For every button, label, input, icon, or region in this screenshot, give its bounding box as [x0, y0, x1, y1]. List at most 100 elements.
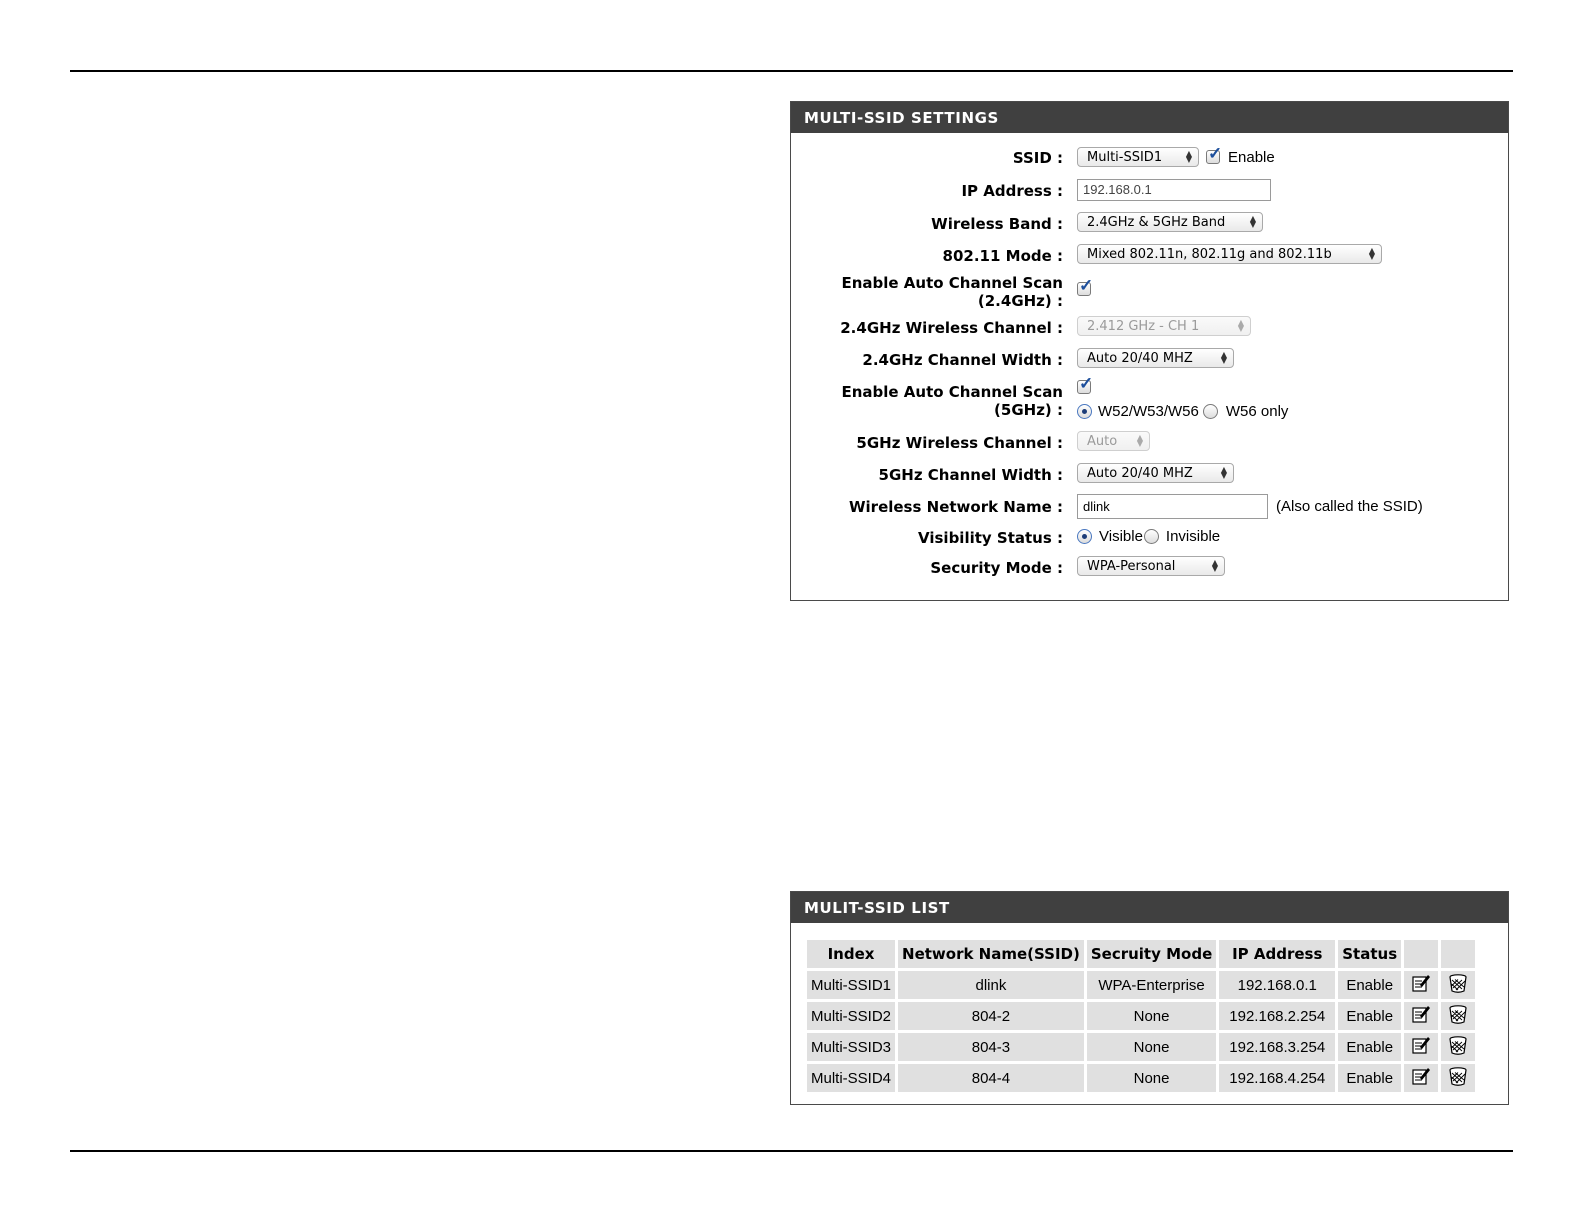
header-delete-column	[1441, 940, 1476, 968]
security-mode-select[interactable]: WPA-Personal ▲ ▼	[1077, 556, 1225, 576]
invisible-label: Invisible	[1165, 528, 1221, 545]
network-name-note: (Also called the SSID)	[1276, 498, 1423, 515]
w52-w53-w56-radio[interactable]	[1077, 404, 1092, 419]
select-arrows-icon: ▲ ▼	[1368, 246, 1375, 261]
cell-security-mode: None	[1086, 1033, 1217, 1061]
select-arrows-icon: ▲ ▼	[1237, 318, 1244, 333]
width-5-label: 5GHz Channel Width :	[878, 466, 1063, 484]
w56-only-label: W56 only	[1225, 403, 1289, 420]
edit-cell	[1404, 1033, 1439, 1061]
channel-5-value: Auto	[1087, 433, 1118, 449]
network-name-row: dlink (Also called the SSID)	[1077, 494, 1423, 519]
ssid-label: SSID :	[1012, 149, 1063, 167]
select-arrows-icon: ▲ ▼	[1249, 214, 1256, 229]
w56-only-radio[interactable]	[1202, 404, 1218, 419]
ssid-select[interactable]: Multi-SSID1 ▲ ▼	[1077, 147, 1199, 167]
channel-24-select[interactable]: 2.412 GHz - CH 1 ▲ ▼	[1077, 316, 1251, 336]
cell-index: Multi-SSID4	[807, 1064, 896, 1092]
auto-scan-24-label-line2: (2.4GHz) :	[977, 292, 1063, 310]
delete-icon[interactable]	[1447, 1034, 1469, 1056]
w52-w53-w56-label: W52/W53/W56	[1098, 403, 1199, 420]
delete-cell	[1441, 971, 1476, 999]
multi-ssid-settings-panel: MULTI-SSID SETTINGS SSID : Multi-SSID1 ▲…	[790, 101, 1509, 601]
cell-network-name: 804-3	[898, 1033, 1084, 1061]
cell-network-name: 804-4	[898, 1064, 1084, 1092]
delete-cell	[1441, 1033, 1476, 1061]
select-arrows-icon: ▲ ▼	[1220, 465, 1227, 480]
header-security-mode: Secruity Mode	[1086, 940, 1217, 968]
cell-status: Enable	[1338, 1064, 1402, 1092]
ssid-row: Multi-SSID1 ▲ ▼ ✓ Enable	[1077, 145, 1275, 167]
checkmark-icon: ✓	[1079, 374, 1094, 393]
wireless-band-select[interactable]: 2.4GHz & 5GHz Band ▲ ▼	[1077, 212, 1263, 232]
delete-icon[interactable]	[1447, 1065, 1469, 1087]
mode-row: Mixed 802.11n, 802.11g and 802.11b ▲ ▼	[1077, 244, 1382, 264]
cell-index: Multi-SSID3	[807, 1033, 896, 1061]
ssid-table-body: Multi-SSID1 dlink WPA-Enterprise 192.168…	[807, 971, 1476, 1092]
ip-address-input[interactable]: 192.168.0.1	[1077, 179, 1271, 201]
header-network-name: Network Name(SSID)	[898, 940, 1084, 968]
cell-security-mode: None	[1086, 1002, 1217, 1030]
network-name-input[interactable]: dlink	[1077, 494, 1268, 519]
ip-address-row: 192.168.0.1	[1077, 179, 1271, 201]
table-row: Multi-SSID2 804-2 None 192.168.2.254 Ena…	[807, 1002, 1476, 1030]
visibility-row: Visible Invisible	[1077, 528, 1220, 545]
delete-icon[interactable]	[1447, 972, 1469, 994]
checkmark-icon: ✓	[1208, 144, 1223, 163]
table-row: Multi-SSID4 804-4 None 192.168.4.254 Ena…	[807, 1064, 1476, 1092]
radio-dot-icon	[1082, 534, 1087, 539]
bottom-divider	[70, 1150, 1513, 1152]
security-mode-value: WPA-Personal	[1087, 558, 1176, 574]
channel-5-row: Auto ▲ ▼	[1077, 431, 1150, 451]
wireless-band-value: 2.4GHz & 5GHz Band	[1087, 214, 1226, 230]
ssid-select-value: Multi-SSID1	[1087, 149, 1163, 165]
edit-icon[interactable]	[1410, 1034, 1432, 1056]
edit-icon[interactable]	[1410, 1065, 1432, 1087]
wireless-band-row: 2.4GHz & 5GHz Band ▲ ▼	[1077, 212, 1263, 232]
cell-ip-address: 192.168.4.254	[1219, 1064, 1336, 1092]
edit-cell	[1404, 1064, 1439, 1092]
width-5-value: Auto 20/40 MHZ	[1087, 465, 1193, 481]
edit-icon[interactable]	[1410, 972, 1432, 994]
select-arrows-icon: ▲ ▼	[1211, 558, 1218, 573]
cell-network-name: dlink	[898, 971, 1084, 999]
checkmark-icon: ✓	[1079, 276, 1094, 295]
header-status: Status	[1338, 940, 1402, 968]
auto-scan-24-checkbox[interactable]: ✓	[1077, 277, 1093, 296]
cell-index: Multi-SSID1	[807, 971, 896, 999]
channel-24-label: 2.4GHz Wireless Channel :	[840, 319, 1063, 337]
header-ip-address: IP Address	[1219, 940, 1336, 968]
auto-scan-5-label-line1: Enable Auto Channel Scan	[841, 383, 1063, 401]
select-arrows-icon: ▲ ▼	[1136, 433, 1143, 448]
cell-ip-address: 192.168.2.254	[1219, 1002, 1336, 1030]
channel-24-row: 2.412 GHz - CH 1 ▲ ▼	[1077, 316, 1251, 336]
auto-scan-5-checkbox[interactable]: ✓	[1077, 375, 1093, 394]
width-24-select[interactable]: Auto 20/40 MHZ ▲ ▼	[1077, 348, 1234, 368]
channel-24-value: 2.412 GHz - CH 1	[1087, 318, 1200, 334]
edit-icon[interactable]	[1410, 1003, 1432, 1025]
channel-5-select[interactable]: Auto ▲ ▼	[1077, 431, 1150, 451]
delete-cell	[1441, 1064, 1476, 1092]
settings-panel-title: MULTI-SSID SETTINGS	[791, 102, 1508, 133]
edit-cell	[1404, 971, 1439, 999]
delete-icon[interactable]	[1447, 1003, 1469, 1025]
ssid-enable-checkbox[interactable]: ✓	[1206, 145, 1222, 164]
cell-security-mode: None	[1086, 1064, 1217, 1092]
wireless-band-label: Wireless Band :	[931, 215, 1063, 233]
header-edit-column	[1404, 940, 1439, 968]
auto-scan-5-label: Enable Auto Channel Scan (5GHz) :	[803, 383, 1063, 419]
visible-radio[interactable]	[1077, 529, 1092, 544]
select-arrows-icon: ▲ ▼	[1220, 350, 1227, 365]
cell-index: Multi-SSID2	[807, 1002, 896, 1030]
auto-scan-5-label-line2: (5GHz) :	[994, 401, 1063, 419]
ssid-table: Index Network Name(SSID) Secruity Mode I…	[804, 937, 1478, 1095]
visible-label: Visible	[1099, 528, 1143, 545]
ip-address-label: IP Address :	[961, 182, 1063, 200]
auto-scan-24-label: Enable Auto Channel Scan (2.4GHz) :	[803, 274, 1063, 310]
invisible-radio[interactable]	[1143, 529, 1159, 544]
header-index: Index	[807, 940, 896, 968]
cell-security-mode: WPA-Enterprise	[1086, 971, 1217, 999]
width-24-row: Auto 20/40 MHZ ▲ ▼	[1077, 348, 1234, 368]
width-5-select[interactable]: Auto 20/40 MHZ ▲ ▼	[1077, 463, 1234, 483]
mode-select[interactable]: Mixed 802.11n, 802.11g and 802.11b ▲ ▼	[1077, 244, 1382, 264]
